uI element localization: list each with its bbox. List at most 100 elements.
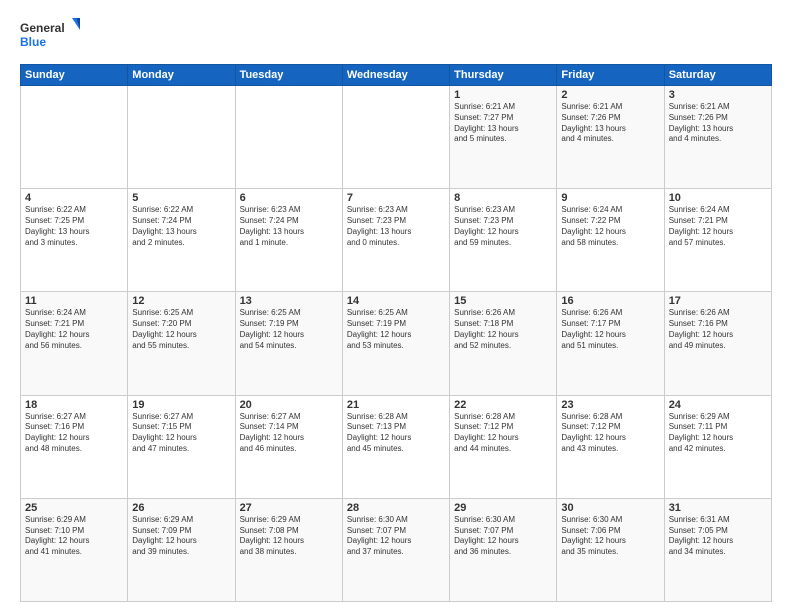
day-info: Sunrise: 6:28 AMSunset: 7:12 PMDaylight:… (561, 412, 659, 455)
day-number: 18 (25, 399, 123, 411)
weekday-header: Friday (557, 65, 664, 86)
calendar-cell (235, 86, 342, 189)
calendar-cell: 10Sunrise: 6:24 AMSunset: 7:21 PMDayligh… (664, 189, 771, 292)
day-info: Sunrise: 6:26 AMSunset: 7:18 PMDaylight:… (454, 308, 552, 351)
day-number: 4 (25, 192, 123, 204)
day-info: Sunrise: 6:24 AMSunset: 7:22 PMDaylight:… (561, 205, 659, 248)
calendar-cell (21, 86, 128, 189)
weekday-header: Monday (128, 65, 235, 86)
day-info: Sunrise: 6:27 AMSunset: 7:14 PMDaylight:… (240, 412, 338, 455)
calendar-cell: 29Sunrise: 6:30 AMSunset: 7:07 PMDayligh… (450, 498, 557, 601)
day-info: Sunrise: 6:25 AMSunset: 7:19 PMDaylight:… (240, 308, 338, 351)
day-number: 2 (561, 89, 659, 101)
day-info: Sunrise: 6:22 AMSunset: 7:25 PMDaylight:… (25, 205, 123, 248)
logo: General Blue (20, 16, 80, 56)
weekday-header: Tuesday (235, 65, 342, 86)
calendar-cell: 8Sunrise: 6:23 AMSunset: 7:23 PMDaylight… (450, 189, 557, 292)
svg-text:General: General (20, 21, 65, 35)
day-number: 29 (454, 502, 552, 514)
day-number: 23 (561, 399, 659, 411)
day-info: Sunrise: 6:24 AMSunset: 7:21 PMDaylight:… (25, 308, 123, 351)
day-number: 17 (669, 295, 767, 307)
day-number: 21 (347, 399, 445, 411)
day-number: 24 (669, 399, 767, 411)
day-number: 16 (561, 295, 659, 307)
calendar-cell: 11Sunrise: 6:24 AMSunset: 7:21 PMDayligh… (21, 292, 128, 395)
calendar-cell (128, 86, 235, 189)
day-number: 25 (25, 502, 123, 514)
day-info: Sunrise: 6:29 AMSunset: 7:08 PMDaylight:… (240, 515, 338, 558)
weekday-header: Wednesday (342, 65, 449, 86)
day-number: 7 (347, 192, 445, 204)
calendar-cell: 21Sunrise: 6:28 AMSunset: 7:13 PMDayligh… (342, 395, 449, 498)
calendar-cell: 18Sunrise: 6:27 AMSunset: 7:16 PMDayligh… (21, 395, 128, 498)
day-number: 9 (561, 192, 659, 204)
day-info: Sunrise: 6:30 AMSunset: 7:06 PMDaylight:… (561, 515, 659, 558)
day-info: Sunrise: 6:29 AMSunset: 7:09 PMDaylight:… (132, 515, 230, 558)
calendar-cell: 20Sunrise: 6:27 AMSunset: 7:14 PMDayligh… (235, 395, 342, 498)
svg-text:Blue: Blue (20, 35, 46, 49)
calendar-cell: 15Sunrise: 6:26 AMSunset: 7:18 PMDayligh… (450, 292, 557, 395)
calendar-cell: 31Sunrise: 6:31 AMSunset: 7:05 PMDayligh… (664, 498, 771, 601)
calendar-cell: 25Sunrise: 6:29 AMSunset: 7:10 PMDayligh… (21, 498, 128, 601)
calendar-cell: 22Sunrise: 6:28 AMSunset: 7:12 PMDayligh… (450, 395, 557, 498)
day-info: Sunrise: 6:28 AMSunset: 7:12 PMDaylight:… (454, 412, 552, 455)
day-info: Sunrise: 6:21 AMSunset: 7:26 PMDaylight:… (669, 102, 767, 145)
day-number: 11 (25, 295, 123, 307)
calendar-cell: 14Sunrise: 6:25 AMSunset: 7:19 PMDayligh… (342, 292, 449, 395)
day-number: 30 (561, 502, 659, 514)
calendar-cell: 4Sunrise: 6:22 AMSunset: 7:25 PMDaylight… (21, 189, 128, 292)
calendar-cell (342, 86, 449, 189)
calendar-cell: 6Sunrise: 6:23 AMSunset: 7:24 PMDaylight… (235, 189, 342, 292)
day-number: 20 (240, 399, 338, 411)
day-number: 1 (454, 89, 552, 101)
day-info: Sunrise: 6:23 AMSunset: 7:23 PMDaylight:… (347, 205, 445, 248)
day-number: 14 (347, 295, 445, 307)
calendar-cell: 26Sunrise: 6:29 AMSunset: 7:09 PMDayligh… (128, 498, 235, 601)
day-info: Sunrise: 6:23 AMSunset: 7:23 PMDaylight:… (454, 205, 552, 248)
day-number: 13 (240, 295, 338, 307)
day-number: 10 (669, 192, 767, 204)
calendar-cell: 13Sunrise: 6:25 AMSunset: 7:19 PMDayligh… (235, 292, 342, 395)
calendar-cell: 27Sunrise: 6:29 AMSunset: 7:08 PMDayligh… (235, 498, 342, 601)
day-info: Sunrise: 6:29 AMSunset: 7:10 PMDaylight:… (25, 515, 123, 558)
day-info: Sunrise: 6:23 AMSunset: 7:24 PMDaylight:… (240, 205, 338, 248)
calendar-cell: 23Sunrise: 6:28 AMSunset: 7:12 PMDayligh… (557, 395, 664, 498)
day-number: 3 (669, 89, 767, 101)
day-info: Sunrise: 6:30 AMSunset: 7:07 PMDaylight:… (454, 515, 552, 558)
calendar-cell: 17Sunrise: 6:26 AMSunset: 7:16 PMDayligh… (664, 292, 771, 395)
day-number: 19 (132, 399, 230, 411)
day-info: Sunrise: 6:30 AMSunset: 7:07 PMDaylight:… (347, 515, 445, 558)
day-info: Sunrise: 6:26 AMSunset: 7:16 PMDaylight:… (669, 308, 767, 351)
day-info: Sunrise: 6:21 AMSunset: 7:26 PMDaylight:… (561, 102, 659, 145)
calendar-cell: 24Sunrise: 6:29 AMSunset: 7:11 PMDayligh… (664, 395, 771, 498)
calendar-header: SundayMondayTuesdayWednesdayThursdayFrid… (21, 65, 772, 86)
calendar-cell: 5Sunrise: 6:22 AMSunset: 7:24 PMDaylight… (128, 189, 235, 292)
day-number: 8 (454, 192, 552, 204)
day-number: 15 (454, 295, 552, 307)
day-info: Sunrise: 6:25 AMSunset: 7:19 PMDaylight:… (347, 308, 445, 351)
day-info: Sunrise: 6:28 AMSunset: 7:13 PMDaylight:… (347, 412, 445, 455)
day-number: 28 (347, 502, 445, 514)
day-info: Sunrise: 6:25 AMSunset: 7:20 PMDaylight:… (132, 308, 230, 351)
day-number: 12 (132, 295, 230, 307)
calendar: SundayMondayTuesdayWednesdayThursdayFrid… (20, 64, 772, 602)
day-info: Sunrise: 6:27 AMSunset: 7:15 PMDaylight:… (132, 412, 230, 455)
calendar-cell: 28Sunrise: 6:30 AMSunset: 7:07 PMDayligh… (342, 498, 449, 601)
calendar-cell: 12Sunrise: 6:25 AMSunset: 7:20 PMDayligh… (128, 292, 235, 395)
weekday-header: Thursday (450, 65, 557, 86)
generalblue-logo: General Blue (20, 16, 80, 56)
day-number: 22 (454, 399, 552, 411)
day-info: Sunrise: 6:31 AMSunset: 7:05 PMDaylight:… (669, 515, 767, 558)
calendar-cell: 7Sunrise: 6:23 AMSunset: 7:23 PMDaylight… (342, 189, 449, 292)
day-number: 31 (669, 502, 767, 514)
day-number: 5 (132, 192, 230, 204)
weekday-header: Sunday (21, 65, 128, 86)
calendar-cell: 19Sunrise: 6:27 AMSunset: 7:15 PMDayligh… (128, 395, 235, 498)
calendar-cell: 2Sunrise: 6:21 AMSunset: 7:26 PMDaylight… (557, 86, 664, 189)
day-number: 26 (132, 502, 230, 514)
day-info: Sunrise: 6:22 AMSunset: 7:24 PMDaylight:… (132, 205, 230, 248)
calendar-cell: 3Sunrise: 6:21 AMSunset: 7:26 PMDaylight… (664, 86, 771, 189)
calendar-cell: 16Sunrise: 6:26 AMSunset: 7:17 PMDayligh… (557, 292, 664, 395)
day-info: Sunrise: 6:21 AMSunset: 7:27 PMDaylight:… (454, 102, 552, 145)
